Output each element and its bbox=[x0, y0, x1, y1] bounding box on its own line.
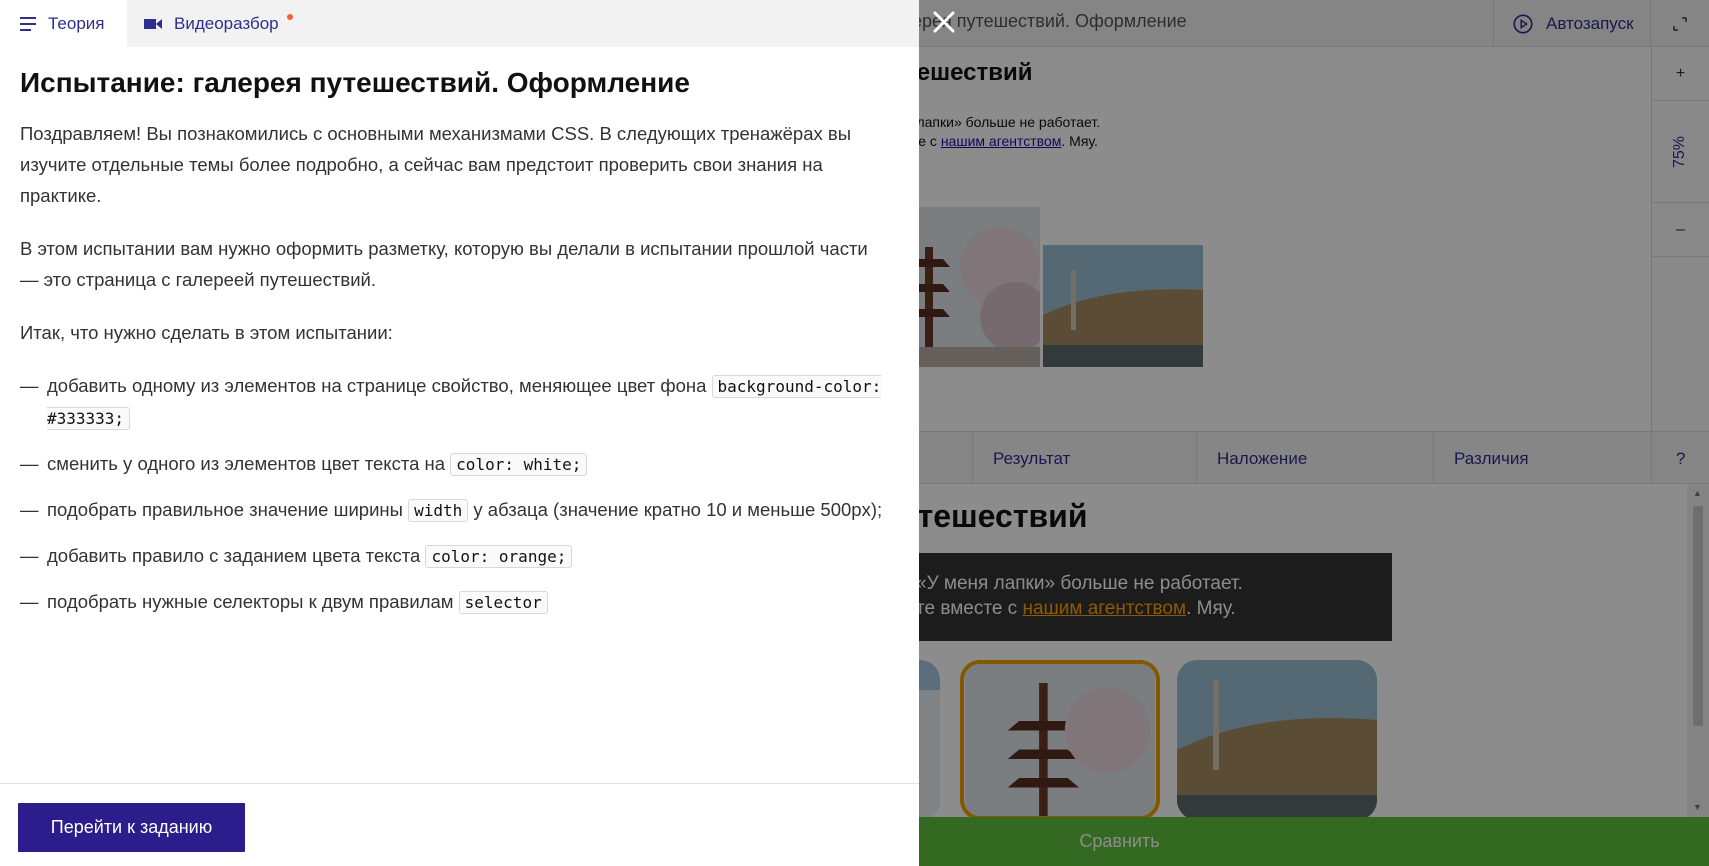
task-item: сменить у одного из элементов цвет текст… bbox=[20, 448, 890, 480]
task-item: подобрать нужные селекторы к двум правил… bbox=[20, 586, 890, 618]
task-text: добавить правило с заданием цвета текста bbox=[47, 545, 421, 566]
theory-content: Испытание: галерея путешествий. Оформлен… bbox=[20, 63, 890, 632]
tasks-lead-paragraph: Итак, что нужно сделать в этом испытании… bbox=[20, 322, 393, 343]
theory-panel: Теория Видеоразбор Испытание: галерея пу… bbox=[0, 0, 919, 866]
task-list: добавить одному из элементов на странице… bbox=[20, 370, 890, 618]
close-icon[interactable] bbox=[930, 8, 958, 36]
description-paragraph: В этом испытании вам нужно оформить разм… bbox=[20, 238, 868, 290]
menu-icon bbox=[20, 16, 36, 31]
task-item: подобрать правильное значение ширины wid… bbox=[20, 494, 890, 526]
video-camera-icon bbox=[144, 18, 162, 29]
panel-tabs: Теория Видеоразбор bbox=[0, 0, 919, 47]
task-text: добавить одному из элементов на странице… bbox=[47, 375, 707, 396]
page-title: Испытание: галерея путешествий. Оформлен… bbox=[20, 67, 690, 98]
tab-theory-label: Теория bbox=[48, 13, 105, 33]
panel-footer: Перейти к заданию bbox=[0, 783, 919, 866]
task-text-after: у абзаца (значение кратно 10 и меньше 50… bbox=[473, 499, 883, 520]
go-to-task-button[interactable]: Перейти к заданию bbox=[18, 803, 245, 852]
notification-dot bbox=[286, 13, 293, 20]
task-code: width bbox=[408, 499, 469, 522]
task-code: selector bbox=[458, 591, 548, 614]
task-item: добавить правило с заданием цвета текста… bbox=[20, 540, 890, 572]
tab-video-review[interactable]: Видеоразбор bbox=[127, 0, 293, 47]
tab-theory[interactable]: Теория bbox=[0, 0, 127, 47]
task-code: color: orange; bbox=[425, 545, 573, 568]
task-text: подобрать нужные селекторы к двум правил… bbox=[47, 591, 454, 612]
task-text: подобрать правильное значение ширины bbox=[47, 499, 403, 520]
task-item: добавить одному из элементов на странице… bbox=[20, 370, 890, 434]
tab-video-review-label: Видеоразбор bbox=[174, 13, 279, 33]
task-code: color: white; bbox=[450, 453, 588, 476]
task-text: сменить у одного из элементов цвет текст… bbox=[47, 453, 446, 474]
intro-paragraph: Поздравляем! Вы познакомились с основным… bbox=[20, 123, 852, 206]
